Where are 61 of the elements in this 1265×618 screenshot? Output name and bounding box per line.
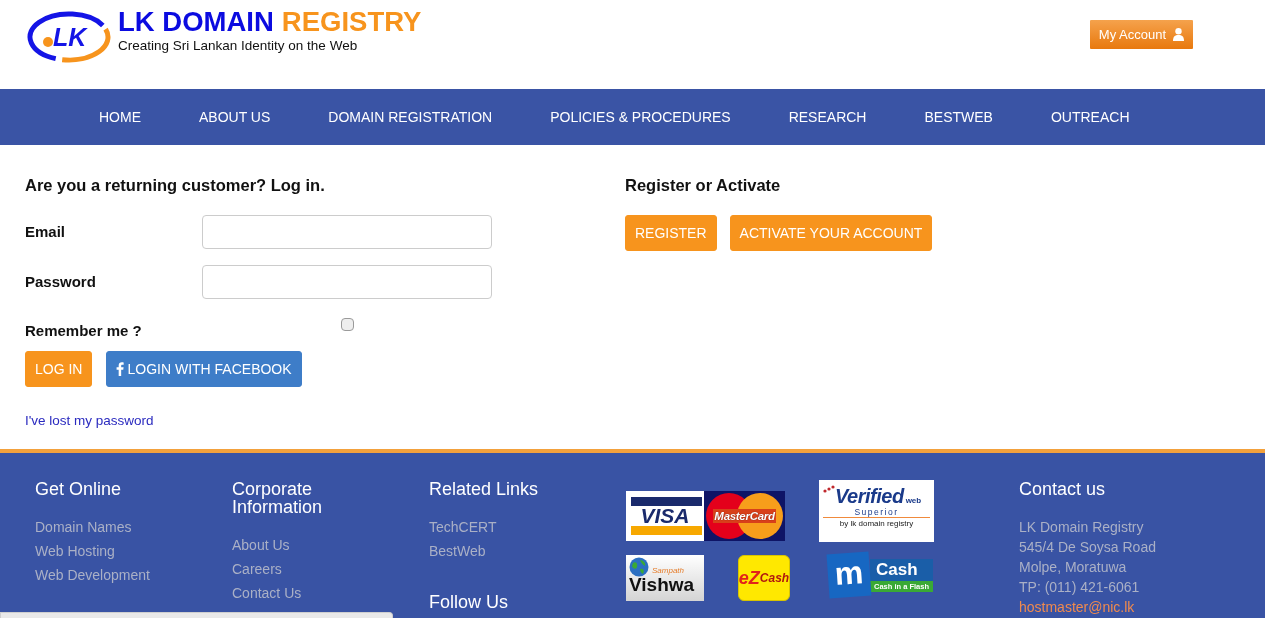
- badge-suffix: web: [905, 495, 922, 507]
- facebook-icon: [116, 362, 125, 376]
- footer-link[interactable]: Web Hosting: [35, 539, 115, 563]
- input-field[interactable]: [202, 265, 492, 299]
- logo-text: eZ: [738, 566, 760, 590]
- footer-heading: Contact us: [1019, 480, 1107, 498]
- brand-name-accent: REGISTRY: [281, 7, 422, 37]
- footer-heading: Corporate Information: [232, 480, 324, 516]
- badge-subtitle: Superior: [853, 507, 900, 517]
- footer-heading: Related Links: [429, 480, 540, 498]
- field-label: Email: [25, 222, 67, 242]
- remember-checkbox[interactable]: [341, 318, 354, 331]
- footer-link[interactable]: Careers: [232, 557, 282, 581]
- contact-line: Molpe, Moratuwa: [1019, 558, 1128, 577]
- nav-link[interactable]: DOMAIN REGISTRATION: [299, 89, 522, 145]
- logo-text: Cash: [759, 570, 790, 587]
- footer-heading: Follow Us: [429, 593, 509, 611]
- nav-link[interactable]: HOME: [70, 89, 170, 145]
- footer-heading: Get Online: [35, 480, 123, 498]
- logo-tile: m: [826, 551, 872, 599]
- badge-title: Verified: [835, 485, 904, 507]
- dot-icon: [43, 37, 53, 47]
- nav-link[interactable]: POLICIES & PROCEDURES: [521, 89, 760, 145]
- badge-byline: by lk domain registry: [823, 517, 930, 529]
- logo-text: MasterCard: [713, 509, 776, 523]
- contact-line: LK Domain Registry: [1019, 518, 1145, 537]
- footer-link[interactable]: Contact Us: [232, 581, 302, 605]
- nav-link[interactable]: RESEARCH: [759, 89, 896, 145]
- footer-link[interactable]: Web Development: [35, 563, 150, 587]
- login-heading: Are you a returning customer? Log in.: [25, 175, 326, 195]
- footer-link[interactable]: About Us: [232, 533, 290, 557]
- logo-text: Sampath: [652, 565, 685, 577]
- nav-link[interactable]: BESTWEB: [895, 89, 1022, 145]
- contact-line: TP: (011) 421-6061: [1019, 578, 1141, 597]
- brand-name: LK DOMAIN: [118, 7, 274, 37]
- nav-link[interactable]: OUTREACH: [1021, 89, 1159, 145]
- register-heading: Register or Activate: [625, 175, 782, 195]
- field-label: Password: [25, 272, 97, 292]
- login-button[interactable]: LOG IN: [25, 351, 93, 387]
- my-account-button[interactable]: My Account: [1089, 20, 1193, 49]
- logo-mark-text: LK: [53, 23, 87, 51]
- email-link[interactable]: hostmaster@nic.lk: [1019, 597, 1135, 617]
- contact-line: 545/4 De Soysa Road: [1019, 538, 1156, 557]
- user-icon: [1173, 28, 1184, 41]
- activate-account-button[interactable]: ACTIVATE YOUR ACCOUNT: [729, 215, 933, 251]
- visa-card-logo: VISA: [626, 491, 704, 541]
- footer-link[interactable]: Domain Names: [35, 515, 132, 539]
- remember-label: Remember me ?: [25, 321, 143, 341]
- footer-link[interactable]: TechCERT: [429, 515, 497, 539]
- nav-link[interactable]: ABOUT US: [170, 89, 300, 145]
- logo-ring-icon: [27, 11, 111, 63]
- facebook-login-button[interactable]: LOGIN WITH FACEBOOK: [106, 351, 302, 387]
- lost-password-link[interactable]: I've lost my password: [25, 413, 154, 428]
- register-button[interactable]: REGISTER: [625, 215, 717, 251]
- logo-text: Cash: [870, 559, 934, 581]
- logo-text: Vishwa: [629, 575, 696, 595]
- brand-tagline: Creating Sri Lankan Identity on the Web: [118, 38, 359, 54]
- globe-icon: [629, 557, 649, 577]
- dots-icon: [823, 485, 835, 493]
- input-field[interactable]: [202, 215, 492, 249]
- footer-link[interactable]: BestWeb: [429, 539, 486, 563]
